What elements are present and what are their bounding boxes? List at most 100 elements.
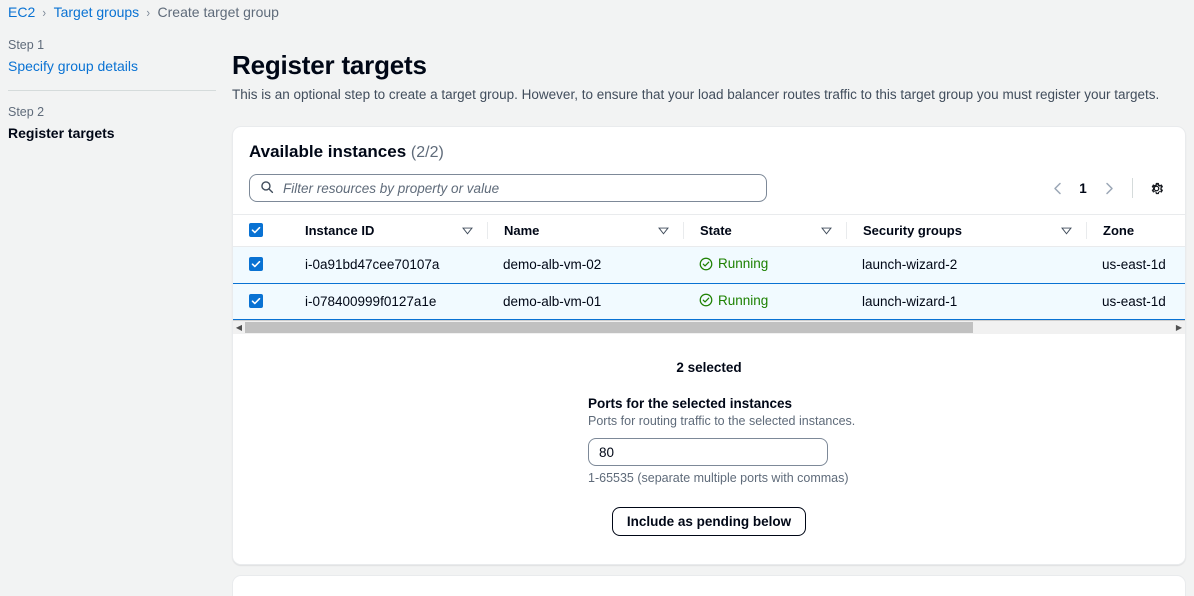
security-groups-text: launch-wizard-1	[862, 293, 958, 309]
toolbar-divider	[1132, 178, 1133, 198]
include-as-pending-below-button[interactable]: Include as pending below	[611, 507, 807, 536]
scrollbar-thumb[interactable]	[245, 322, 974, 333]
select-all-checkbox[interactable]	[249, 223, 263, 237]
registration-form-area: 2 selected Ports for the selected instan…	[233, 334, 1185, 564]
check-circle-icon	[699, 293, 713, 307]
table-row[interactable]: i-078400999f0127a1e demo-alb-vm-01 Runni…	[233, 282, 1185, 320]
selection-summary: 2 selected	[676, 360, 742, 375]
instance-name-text: demo-alb-vm-02	[503, 257, 602, 273]
wizard-step-1-number: Step 1	[8, 38, 45, 52]
ports-field-hint: 1-65535 (separate multiple ports with co…	[588, 471, 849, 485]
scroll-right-arrow-icon[interactable]: ▶	[1173, 321, 1185, 334]
column-header-instance-id[interactable]: Instance ID	[289, 214, 487, 247]
wizard-step-1[interactable]: Step 1 Specify group details	[8, 36, 230, 76]
wizard-step-2-label: Register targets	[8, 125, 115, 141]
page-title: Register targets	[232, 50, 427, 80]
status-badge-running: Running	[699, 256, 768, 271]
cell-state: Running	[683, 282, 846, 320]
breadcrumb-separator-icon: ›	[42, 4, 47, 20]
table-header: Instance ID Name State Security groups Z…	[233, 214, 1185, 247]
row-select-cell	[233, 246, 289, 284]
next-panel-partial	[232, 575, 1186, 596]
breadcrumb-item-ec2[interactable]: EC2	[8, 4, 35, 20]
cell-name: demo-alb-vm-02	[487, 246, 683, 284]
sort-descending-icon[interactable]	[821, 227, 846, 235]
ports-field-group: Ports for the selected instances Ports f…	[588, 395, 856, 485]
toolbar-right-controls: 1	[1044, 175, 1169, 201]
instances-table: Instance ID Name State Security groups Z…	[233, 214, 1185, 320]
cell-state: Running	[683, 246, 846, 284]
panel-title-text: Available instances	[249, 142, 407, 161]
status-text: Running	[718, 256, 769, 271]
gear-icon	[1151, 182, 1163, 194]
breadcrumb-item-target-groups[interactable]: Target groups	[54, 4, 140, 20]
check-icon	[251, 226, 261, 234]
cell-security-groups: launch-wizard-1	[846, 282, 1086, 320]
cell-instance-id: i-0a91bd47cee70107a	[289, 246, 487, 284]
instance-id-text: i-078400999f0127a1e	[305, 293, 437, 309]
sort-descending-icon[interactable]	[462, 227, 487, 235]
search-input[interactable]	[281, 179, 756, 197]
row-select-cell	[233, 282, 289, 320]
instance-id-text: i-0a91bd47cee70107a	[305, 257, 440, 273]
breadcrumb-item-create-target-group: Create target group	[157, 4, 279, 20]
table-horizontal-scrollbar[interactable]: ◀ ▶	[233, 320, 1185, 334]
available-instances-panel: Available instances (2/2) Filter resourc…	[232, 126, 1186, 565]
ports-input[interactable]	[588, 438, 828, 466]
check-icon	[251, 297, 261, 305]
chevron-right-icon	[1105, 182, 1113, 194]
row-checkbox[interactable]	[249, 257, 263, 272]
column-header-state[interactable]: State	[683, 214, 846, 247]
cell-instance-id: i-078400999f0127a1e	[289, 282, 487, 320]
ports-field-description: Ports for routing traffic to the selecte…	[588, 414, 856, 428]
cell-zone: us-east-1d	[1086, 282, 1185, 320]
instance-name-text: demo-alb-vm-01	[503, 293, 602, 309]
pagination-page-1[interactable]: 1	[1072, 181, 1094, 196]
wizard-step-1-label[interactable]: Specify group details	[8, 54, 230, 76]
breadcrumb: EC2 › Target groups › Create target grou…	[0, 0, 1194, 24]
cell-zone: us-east-1d	[1086, 246, 1185, 284]
column-label-security-groups: Security groups	[863, 223, 962, 238]
ports-field-label: Ports for the selected instances	[588, 396, 793, 411]
row-checkbox[interactable]	[249, 293, 263, 308]
zone-text: us-east-1d	[1102, 257, 1166, 273]
status-badge-running: Running	[699, 293, 768, 308]
column-label-instance-id: Instance ID	[305, 223, 375, 238]
column-label-name: Name	[504, 223, 540, 238]
column-header-name[interactable]: Name	[487, 214, 683, 247]
status-text: Running	[718, 292, 769, 308]
column-label-state: State	[700, 223, 732, 238]
zone-text: us-east-1d	[1102, 293, 1166, 309]
table-row[interactable]: i-0a91bd47cee70107a demo-alb-vm-02 Runni…	[233, 246, 1185, 284]
table-toolbar: 1	[233, 164, 1185, 214]
column-header-zone[interactable]: Zone	[1086, 214, 1185, 247]
breadcrumb-separator-icon: ›	[146, 4, 151, 20]
check-icon	[251, 261, 261, 268]
instances-table-scroll-area: Instance ID Name State Security groups Z…	[233, 214, 1185, 334]
pagination-next-button[interactable]	[1096, 175, 1122, 201]
panel-title: Available instances (2/2)	[249, 141, 1169, 164]
panel-header: Available instances (2/2)	[233, 127, 1185, 164]
page-description: This is an optional step to create a tar…	[232, 87, 1160, 102]
panel-title-count: (2/2)	[410, 144, 444, 161]
scrollbar-track[interactable]	[245, 321, 1173, 334]
check-circle-icon	[699, 257, 713, 270]
cell-security-groups: launch-wizard-2	[846, 246, 1086, 284]
scroll-left-arrow-icon[interactable]: ◀	[233, 321, 245, 334]
table-body: i-0a91bd47cee70107a demo-alb-vm-02 Runni…	[233, 246, 1185, 320]
chevron-left-icon	[1053, 182, 1061, 194]
wizard-divider	[8, 90, 216, 91]
page-body: Step 1 Specify group details Step 2 Regi…	[0, 24, 1194, 596]
table-settings-button[interactable]	[1143, 175, 1169, 201]
column-select-all	[233, 214, 289, 247]
wizard-navigation: Step 1 Specify group details Step 2 Regi…	[0, 24, 230, 147]
search-box[interactable]	[249, 174, 767, 202]
pagination-prev-button[interactable]	[1044, 175, 1070, 201]
wizard-step-2[interactable]: Step 2 Register targets	[8, 103, 230, 143]
sort-descending-icon[interactable]	[658, 227, 683, 235]
security-groups-text: launch-wizard-2	[862, 257, 958, 273]
column-header-security-groups[interactable]: Security groups	[846, 214, 1086, 247]
sort-descending-icon[interactable]	[1061, 227, 1086, 235]
column-label-zone: Zone	[1103, 223, 1135, 238]
main-content: Register targets This is an optional ste…	[230, 24, 1194, 596]
